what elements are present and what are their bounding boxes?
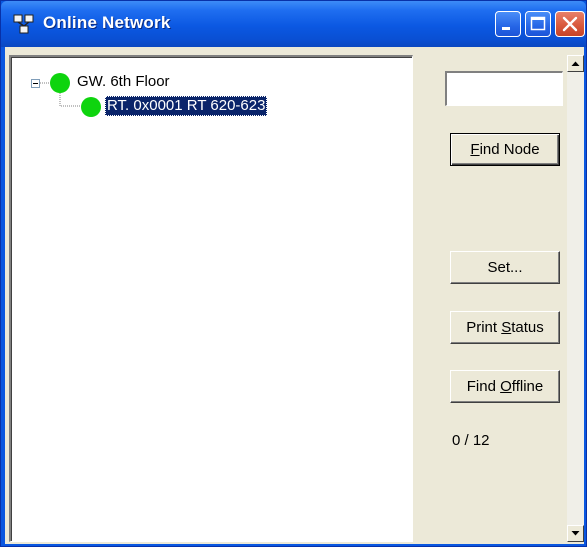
print-status-label-post: tatus xyxy=(511,319,544,336)
close-icon xyxy=(562,16,578,32)
close-button[interactable] xyxy=(555,11,585,37)
online-network-window: Online Network GW. 6th Floor RT. 0x0001 … xyxy=(0,0,587,547)
tree-node-gateway[interactable]: GW. 6th Floor xyxy=(77,73,170,90)
set-button[interactable]: Set... xyxy=(450,251,560,284)
network-app-icon xyxy=(13,14,34,34)
vertical-scrollbar[interactable] xyxy=(567,55,584,542)
find-offline-label-post: ffline xyxy=(511,378,544,395)
tree-node-router[interactable]: RT. 0x0001 RT 620-623 xyxy=(105,96,268,116)
arrow-up-icon xyxy=(571,61,580,66)
node-status-icon xyxy=(81,97,101,117)
node-status-icon xyxy=(50,73,70,93)
find-node-button[interactable]: Find Node xyxy=(450,133,560,166)
find-offline-label-key: O xyxy=(500,378,512,395)
minimize-button[interactable] xyxy=(495,11,521,37)
scroll-down-button[interactable] xyxy=(567,525,584,542)
client-area: GW. 6th Floor RT. 0x0001 RT 620-623 Find… xyxy=(5,47,584,544)
node-search-input[interactable] xyxy=(445,71,563,106)
find-offline-button[interactable]: Find Offline xyxy=(450,370,560,403)
print-status-label-pre: Print xyxy=(466,319,502,336)
maximize-button[interactable] xyxy=(525,11,551,37)
title-bar[interactable]: Online Network xyxy=(1,1,586,47)
print-status-button[interactable]: Print Status xyxy=(450,311,560,344)
find-node-label-post: ind Node xyxy=(479,141,540,158)
arrow-down-icon xyxy=(571,531,580,536)
window-title: Online Network xyxy=(43,13,171,32)
find-offline-label-pre: Find xyxy=(466,378,501,395)
print-status-label-key: S xyxy=(501,319,512,336)
network-tree-view[interactable]: GW. 6th Floor RT. 0x0001 RT 620-623 xyxy=(9,55,413,542)
collapse-toggle[interactable] xyxy=(31,79,40,88)
scroll-up-button[interactable] xyxy=(567,55,584,72)
offline-count: 0 / 12 xyxy=(452,432,490,449)
maximize-icon xyxy=(530,16,546,31)
minimize-icon xyxy=(502,27,510,30)
find-node-label-key: F xyxy=(470,141,480,158)
set-label: Set... xyxy=(487,259,523,276)
